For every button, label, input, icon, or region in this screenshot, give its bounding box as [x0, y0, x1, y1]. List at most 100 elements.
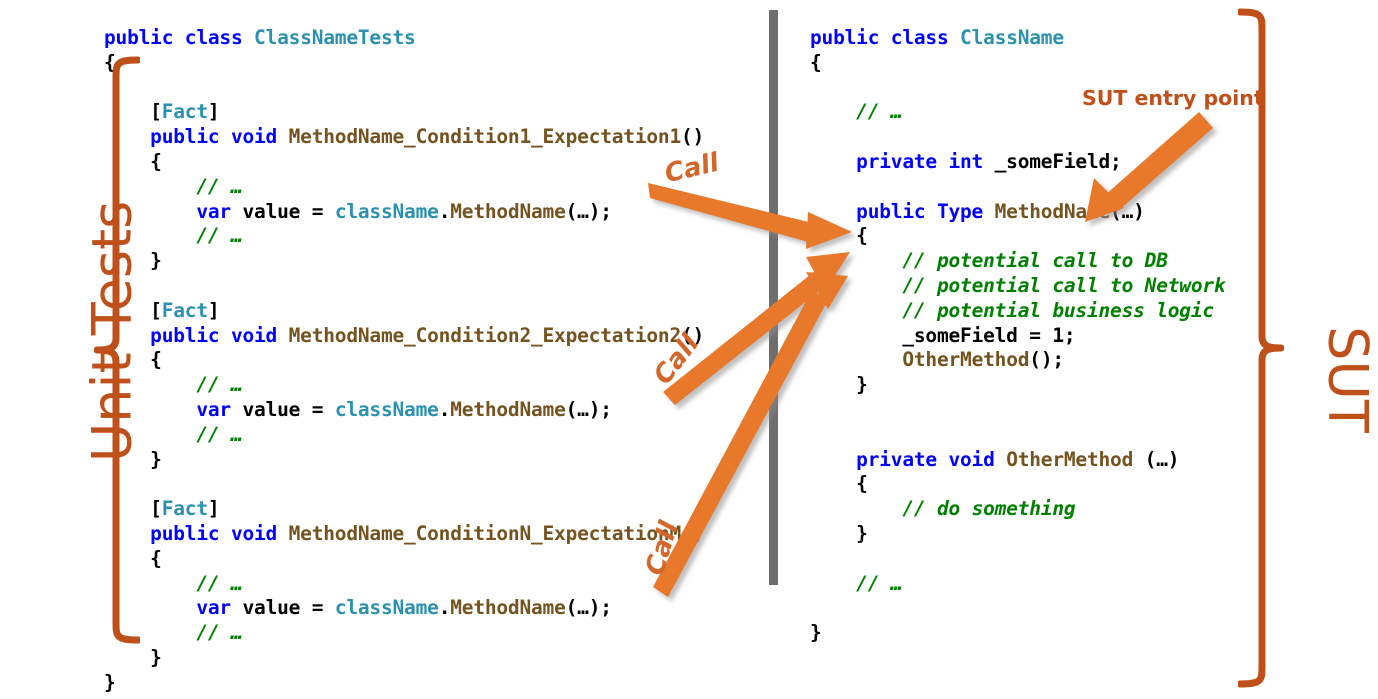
code-token: // potential business logic	[902, 298, 1214, 322]
sut-label: SUT	[1316, 326, 1378, 433]
code-line: }	[104, 249, 704, 274]
code-line: // do something	[810, 497, 1225, 522]
code-line: public void MethodName_Condition1_Expect…	[104, 125, 704, 150]
code-token: public class	[104, 26, 255, 49]
code-token: MethodName	[450, 199, 566, 223]
code-token: (…);	[565, 397, 612, 421]
code-token: ()	[681, 125, 705, 149]
code-token: ]	[207, 298, 220, 322]
code-line: }	[810, 621, 1225, 646]
code-token: Fact	[161, 100, 208, 124]
code-token: // …	[196, 422, 243, 446]
code-line: {	[810, 472, 1225, 497]
code-token: MethodName	[450, 397, 566, 421]
code-line: // …	[810, 572, 1225, 597]
code-line: }	[104, 448, 704, 473]
code-token: // …	[196, 174, 243, 198]
code-line: // …	[104, 572, 704, 597]
code-token: // potential call to DB	[902, 249, 1168, 273]
code-token: public Type	[810, 199, 995, 223]
sut-brace	[1236, 8, 1285, 692]
code-token: ();	[1029, 348, 1064, 372]
code-token: (…)	[1144, 447, 1180, 471]
code-token: ClassNameTests	[254, 26, 416, 49]
code-token: value =	[242, 596, 335, 620]
code-token: (…)	[1110, 199, 1145, 223]
code-token: value =	[242, 199, 335, 223]
code-line: [Fact]	[104, 299, 704, 324]
code-line: {	[810, 224, 1225, 249]
code-token: // potential call to Network	[902, 273, 1226, 297]
code-line: OtherMethod();	[810, 348, 1225, 373]
code-token: value =	[242, 397, 335, 421]
code-line: // potential call to Network	[810, 274, 1225, 299]
code-token: Fact	[161, 497, 208, 521]
code-token: MethodName	[994, 199, 1111, 223]
code-line: _someField = 1;	[810, 324, 1225, 349]
sut-code-block: public class ClassName{ // … private int…	[810, 26, 1226, 646]
code-token: .	[438, 397, 451, 421]
code-line: // potential call to DB	[810, 249, 1225, 274]
code-token: ()	[681, 521, 705, 545]
code-line: private void OtherMethod (…)	[810, 448, 1225, 473]
code-token: // do something	[902, 497, 1076, 521]
code-token: {	[810, 224, 868, 248]
code-line: // …	[104, 373, 704, 398]
code-token: className	[334, 397, 439, 421]
code-token: }	[810, 621, 822, 645]
code-token: (…);	[565, 596, 612, 620]
code-token: .	[438, 199, 451, 223]
code-token: }	[104, 645, 162, 669]
vertical-divider	[769, 10, 778, 585]
code-token: private int	[810, 149, 995, 173]
code-token: .	[438, 596, 451, 620]
code-line: }	[810, 522, 1225, 547]
code-line: private int _someField;	[810, 150, 1225, 175]
code-token: _someField;	[994, 149, 1122, 173]
code-line: public void MethodName_Condition2_Expect…	[104, 324, 704, 349]
code-token: // …	[196, 621, 243, 645]
code-line: // …	[104, 423, 704, 448]
sut-entry-point-label: SUT entry point	[1082, 86, 1264, 110]
code-token: ]	[207, 100, 220, 124]
code-line: [Fact]	[104, 100, 704, 125]
code-token: // …	[196, 224, 243, 248]
diagram-canvas: public class ClassNameTests { [Fact] publ…	[0, 0, 1378, 699]
code-line: }	[104, 671, 704, 696]
code-line: {	[104, 150, 704, 175]
code-token: MethodName_ConditionN_ExpectationM	[288, 521, 682, 545]
code-line: var value = className.MethodName(…);	[104, 398, 704, 423]
code-token: }	[104, 670, 116, 694]
code-token: className	[334, 199, 439, 223]
code-line: {	[104, 547, 704, 572]
code-token: {	[810, 472, 868, 496]
code-token: private void	[810, 447, 1007, 471]
code-token: }	[810, 521, 868, 545]
code-line: // …	[104, 224, 704, 249]
code-token: // …	[856, 100, 903, 124]
code-line: }	[104, 646, 704, 671]
code-token: ]	[207, 497, 220, 521]
code-line: public class ClassName	[810, 26, 1225, 51]
code-token: {	[810, 50, 822, 74]
code-line: public class ClassNameTests	[104, 26, 704, 51]
code-line: public void MethodName_ConditionN_Expect…	[104, 522, 704, 547]
unit-tests-label: Unit Tests	[80, 200, 144, 463]
code-line: // potential business logic	[810, 299, 1225, 324]
code-line: var value = className.MethodName(…);	[104, 596, 704, 621]
unit-tests-code-block: public class ClassNameTests { [Fact] publ…	[104, 26, 704, 696]
code-token: OtherMethod	[902, 348, 1030, 372]
